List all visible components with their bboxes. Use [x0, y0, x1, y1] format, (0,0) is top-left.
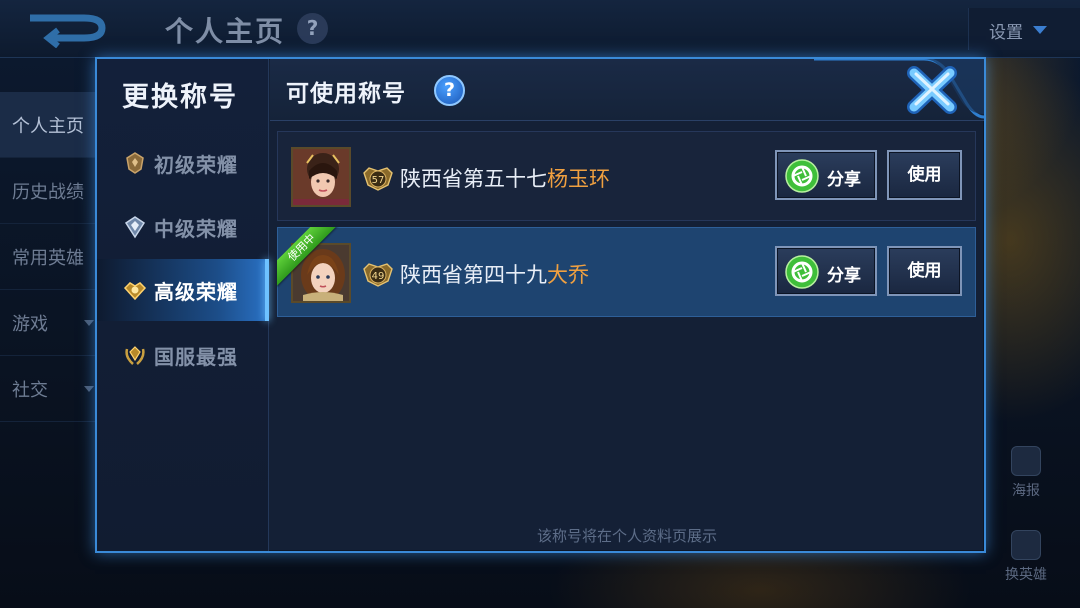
page-title: 个人主页 [165, 15, 286, 48]
rank-tab-advanced[interactable]: 高级荣耀 [97, 259, 269, 321]
rank-tab-intermediate[interactable]: 中级荣耀 [97, 196, 269, 258]
nav-item-history[interactable]: 历史战绩 [0, 158, 100, 224]
back-arrow-icon[interactable] [22, 8, 122, 48]
level-badge-icon: 57 [363, 167, 393, 191]
title-row[interactable]: 使用中 49 陕西省第四十九大乔 分享 使用 [277, 227, 976, 317]
chevron-down-icon [84, 320, 94, 326]
rank-tab-label: 初级荣耀 [154, 152, 238, 177]
title-region: 陕西省第四十九 [400, 263, 547, 287]
poster-button[interactable]: 海报 [996, 446, 1056, 500]
in-use-label: 使用中 [277, 227, 339, 287]
level-badge-icon: 49 [363, 263, 393, 287]
level-number: 49 [372, 271, 385, 282]
hero-portrait-icon [293, 149, 349, 205]
header-decoration [814, 59, 984, 119]
title-list: 57 陕西省第五十七杨玉环 分享 使用 使用中 49 陕西省第四十九大乔 分享 … [277, 131, 976, 323]
change-title-dialog: 更换称号 初级荣耀 中级荣耀 高级荣耀 国服最强 可使用称号 ? 57 陕西省第… [95, 57, 986, 553]
left-nav: 个人主页 历史战绩 常用英雄 游戏 社交 [0, 92, 100, 422]
title-name: 陕西省第四十九大乔 [400, 259, 589, 289]
settings-label: 设置 [989, 23, 1023, 43]
use-button[interactable]: 使用 [887, 246, 962, 296]
rank-tab-national-best[interactable]: 国服最强 [97, 324, 269, 386]
change-hero-label: 换英雄 [1005, 567, 1047, 583]
title-region: 陕西省第五十七 [400, 167, 547, 191]
dialog-title: 更换称号 [122, 82, 238, 113]
nav-item-label: 常用英雄 [12, 247, 84, 269]
nav-item-heroes[interactable]: 常用英雄 [0, 224, 100, 290]
chevron-down-icon [84, 386, 94, 392]
title-hero: 杨玉环 [547, 167, 610, 191]
poster-icon [1011, 446, 1041, 476]
helmet-icon [1011, 530, 1041, 560]
silver-crest-icon [124, 216, 146, 239]
title-name: 陕西省第五十七杨玉环 [400, 163, 610, 193]
level-number: 57 [372, 175, 385, 186]
footer-note: 该称号将在个人资料页展示 [536, 527, 717, 545]
hero-avatar [291, 147, 351, 207]
change-hero-button[interactable]: 换英雄 [996, 530, 1056, 584]
nav-item-social[interactable]: 社交 [0, 356, 100, 422]
laurel-crest-icon [125, 346, 145, 365]
share-label: 分享 [827, 170, 861, 190]
help-icon[interactable]: ? [434, 75, 465, 106]
share-aperture-icon [785, 159, 819, 193]
share-button[interactable]: 分享 [775, 150, 877, 200]
available-titles-heading: 可使用称号 [286, 81, 406, 107]
settings-dropdown[interactable]: 设置 [968, 8, 1080, 50]
in-use-badge: 使用中 [277, 227, 339, 289]
share-label: 分享 [827, 266, 861, 286]
nav-item-label: 历史战绩 [12, 181, 84, 203]
nav-item-game[interactable]: 游戏 [0, 290, 100, 356]
nav-item-profile[interactable]: 个人主页 [0, 92, 100, 158]
chevron-down-icon [1033, 26, 1047, 34]
close-button[interactable] [906, 65, 958, 115]
rank-tab-junior[interactable]: 初级荣耀 [97, 132, 269, 194]
title-hero: 大乔 [547, 263, 589, 287]
rank-tab-label: 国服最强 [154, 344, 238, 369]
share-button[interactable]: 分享 [775, 246, 877, 296]
gold-crest-icon [123, 282, 147, 301]
top-bar: 个人主页 ? 设置 [0, 0, 1080, 58]
poster-label: 海报 [1012, 483, 1040, 499]
page-help-icon[interactable]: ? [297, 13, 328, 44]
nav-item-label: 社交 [12, 379, 48, 401]
share-aperture-icon [785, 255, 819, 289]
rank-tab-label: 中级荣耀 [154, 216, 238, 241]
rank-sidebar: 更换称号 初级荣耀 中级荣耀 高级荣耀 国服最强 [97, 59, 269, 551]
nav-item-label: 个人主页 [12, 115, 84, 137]
nav-item-label: 游戏 [12, 313, 48, 335]
rank-tab-label: 高级荣耀 [154, 279, 238, 304]
bronze-crest-icon [126, 152, 144, 174]
use-button[interactable]: 使用 [887, 150, 962, 200]
dialog-header: 可使用称号 ? [270, 59, 984, 121]
title-row[interactable]: 57 陕西省第五十七杨玉环 分享 使用 [277, 131, 976, 221]
